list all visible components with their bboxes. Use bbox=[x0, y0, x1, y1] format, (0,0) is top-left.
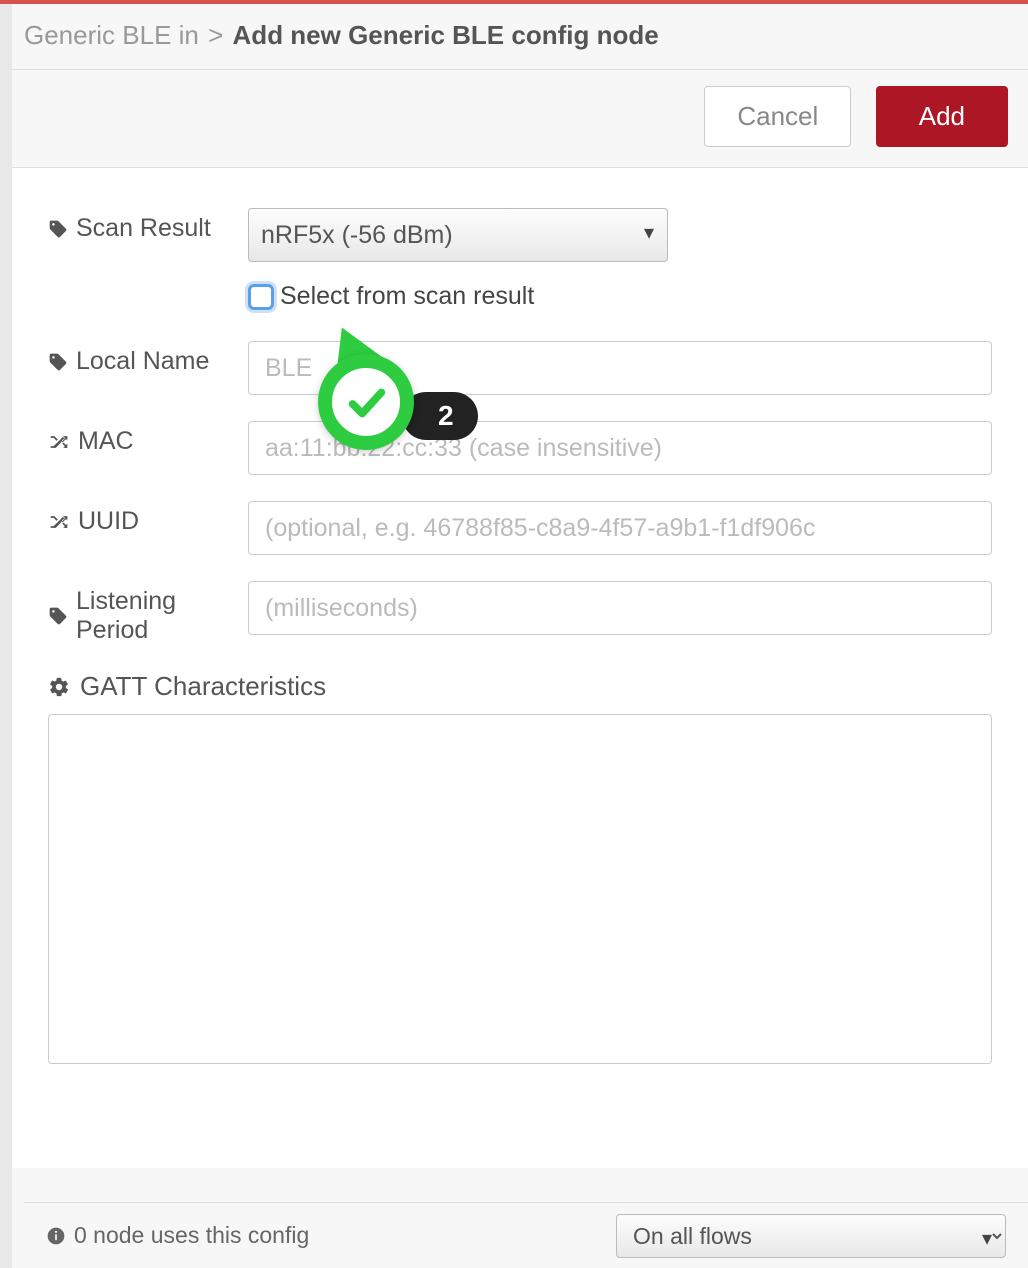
label-mac-text: MAC bbox=[78, 427, 134, 456]
add-button[interactable]: Add bbox=[876, 86, 1008, 147]
step-number: 2 bbox=[402, 392, 478, 440]
breadcrumb-current: Add new Generic BLE config node bbox=[233, 20, 659, 50]
label-uuid-text: UUID bbox=[78, 507, 139, 536]
row-listening-period: Listening Period bbox=[48, 581, 992, 645]
row-uuid: UUID bbox=[48, 501, 992, 555]
info-icon bbox=[46, 1226, 66, 1246]
cancel-button[interactable]: Cancel bbox=[704, 86, 851, 147]
shuffle-icon bbox=[48, 512, 70, 532]
shuffle-icon bbox=[48, 432, 70, 452]
row-mac: MAC bbox=[48, 421, 992, 475]
label-gatt-text: GATT Characteristics bbox=[80, 671, 326, 702]
gear-icon bbox=[48, 676, 70, 698]
footer-usage-text: 0 node uses this config bbox=[74, 1222, 309, 1249]
label-scan-result-text: Scan Result bbox=[76, 214, 211, 243]
breadcrumb: Generic BLE in > Add new Generic BLE con… bbox=[12, 4, 1028, 70]
label-gatt: GATT Characteristics bbox=[48, 671, 992, 702]
footer-bar: 0 node uses this config On all flows bbox=[24, 1202, 1028, 1268]
uuid-input[interactable] bbox=[248, 501, 992, 555]
scope-select[interactable]: On all flows bbox=[616, 1214, 1006, 1258]
label-local-name-text: Local Name bbox=[76, 347, 209, 376]
tag-icon bbox=[48, 219, 68, 239]
step-badge: 2 bbox=[318, 354, 414, 450]
select-from-scan-label: Select from scan result bbox=[280, 282, 534, 311]
label-local-name: Local Name bbox=[48, 341, 248, 376]
form-area: Scan Result nRF5x (-56 dBm) Select from … bbox=[12, 168, 1028, 1168]
action-bar: Cancel Add bbox=[12, 70, 1028, 168]
tag-icon bbox=[48, 352, 68, 372]
breadcrumb-separator: > bbox=[208, 20, 223, 50]
select-from-scan-checkbox[interactable] bbox=[248, 284, 274, 310]
label-listening-period-text: Listening Period bbox=[76, 587, 248, 645]
footer-usage: 0 node uses this config bbox=[46, 1222, 309, 1249]
label-uuid: UUID bbox=[48, 501, 248, 536]
check-icon bbox=[343, 379, 389, 425]
row-select-from-scan: Select from scan result bbox=[248, 282, 992, 311]
tag-icon bbox=[48, 606, 68, 626]
scan-result-select[interactable]: nRF5x (-56 dBm) bbox=[248, 208, 668, 262]
label-mac: MAC bbox=[48, 421, 248, 456]
listening-period-input[interactable] bbox=[248, 581, 992, 635]
breadcrumb-parent[interactable]: Generic BLE in bbox=[24, 20, 199, 50]
label-listening-period: Listening Period bbox=[48, 581, 248, 645]
row-local-name: Local Name bbox=[48, 341, 992, 395]
gatt-characteristics-box[interactable] bbox=[48, 714, 992, 1064]
label-scan-result: Scan Result bbox=[48, 208, 248, 243]
config-panel: Generic BLE in > Add new Generic BLE con… bbox=[0, 4, 1028, 1268]
row-scan-result: Scan Result nRF5x (-56 dBm) bbox=[48, 208, 992, 262]
